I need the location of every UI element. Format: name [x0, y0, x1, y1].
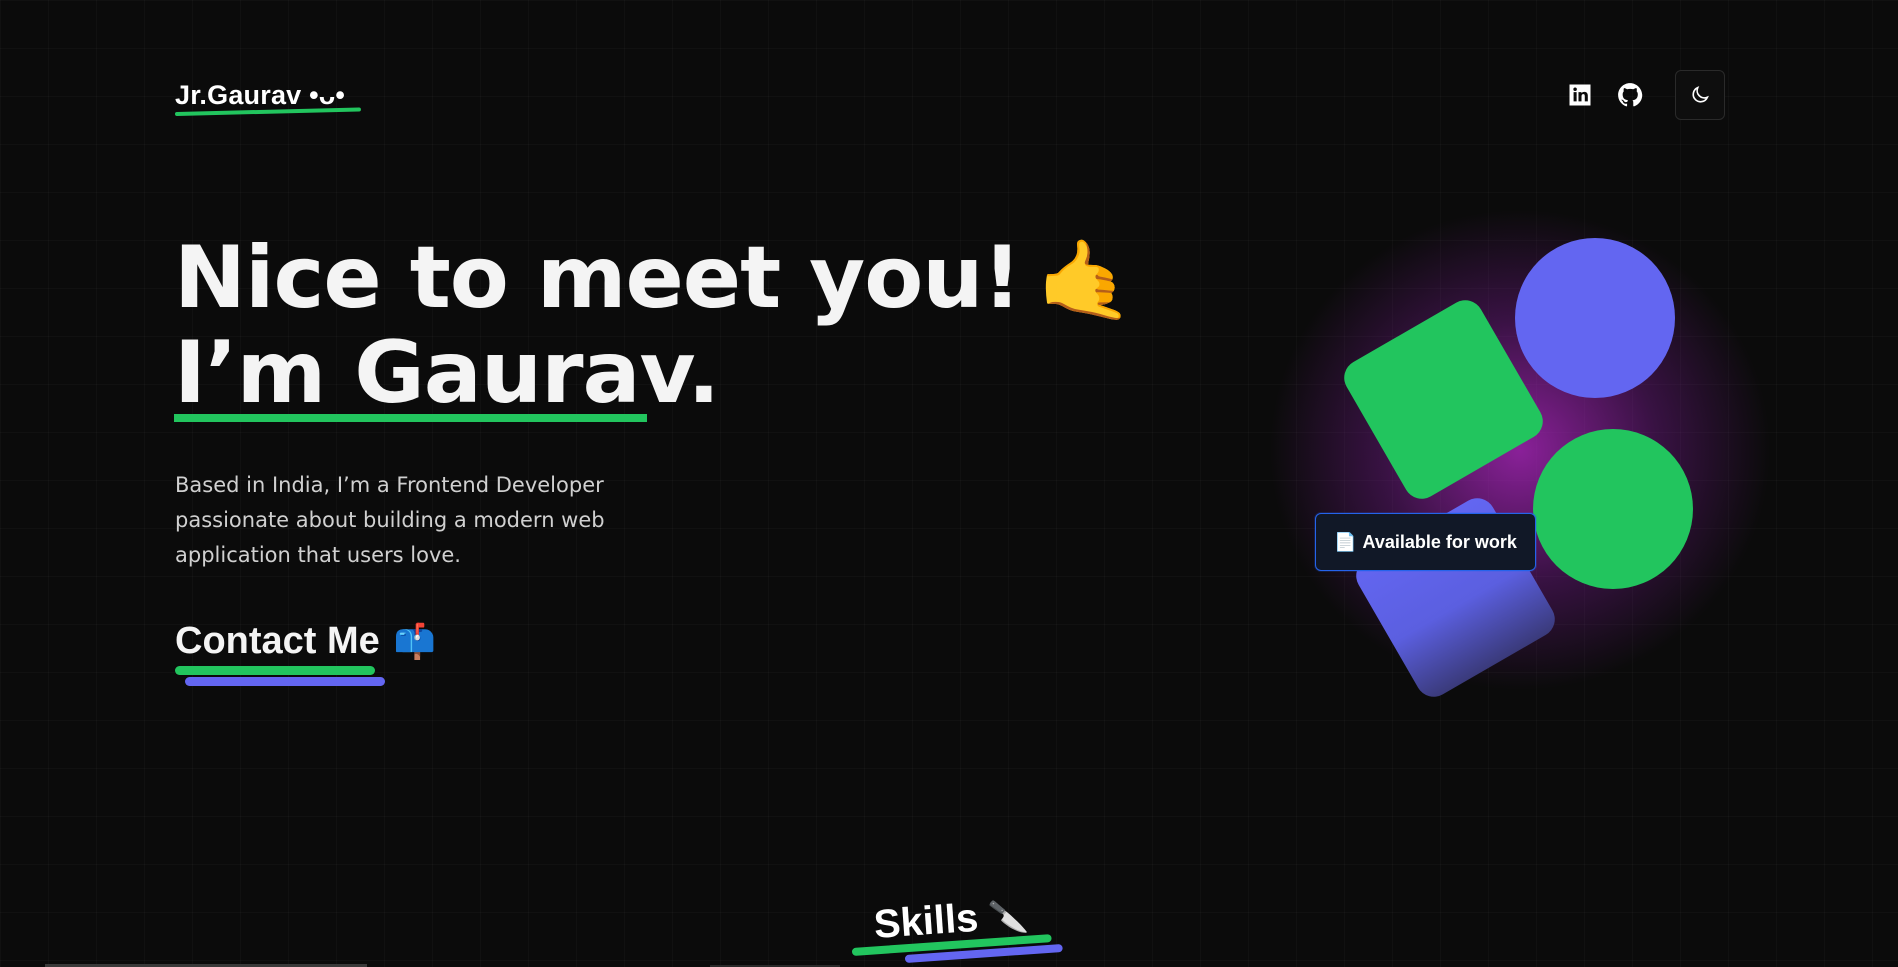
name-underline [174, 414, 647, 422]
skills-title: Skills [872, 895, 980, 947]
hero-bio: Based in India, I’m a Frontend Developer… [175, 473, 605, 567]
contact-underline-green [175, 666, 375, 675]
hero-greeting: Nice to meet you! [174, 228, 1022, 328]
hero-title: Nice to meet you! 🤙 I’m Gaurav. [174, 232, 1134, 423]
contact-underline-indigo [185, 677, 385, 686]
available-for-work-badge[interactable]: 📄 Available for work [1315, 513, 1536, 571]
call-me-hand-emoji: 🤙 [1036, 236, 1134, 326]
contact-me-label: Contact Me [175, 620, 380, 662]
available-for-work-label: Available for work [1362, 531, 1517, 552]
green-circle-shape [1533, 429, 1693, 589]
header-actions [1565, 70, 1725, 120]
theme-toggle-button[interactable] [1675, 70, 1725, 120]
logo[interactable]: Jr.Gaurav •ᴗ• [175, 80, 345, 111]
linkedin-link[interactable] [1565, 80, 1595, 110]
mailbox-emoji: 📫 [393, 621, 437, 662]
indigo-circle-shape [1515, 238, 1675, 398]
github-link[interactable] [1615, 80, 1645, 110]
knife-emoji: 🔪 [986, 895, 1030, 937]
hero-name: I’m Gaurav. [174, 323, 720, 423]
contact-me-link[interactable]: Contact Me 📫 [175, 620, 436, 663]
moon-icon [1692, 86, 1709, 103]
github-icon [1618, 83, 1643, 107]
document-icon: 📄 [1334, 531, 1357, 552]
hero-title-line-1: Nice to meet you! 🤙 [174, 232, 1134, 327]
linkedin-icon [1569, 84, 1591, 106]
